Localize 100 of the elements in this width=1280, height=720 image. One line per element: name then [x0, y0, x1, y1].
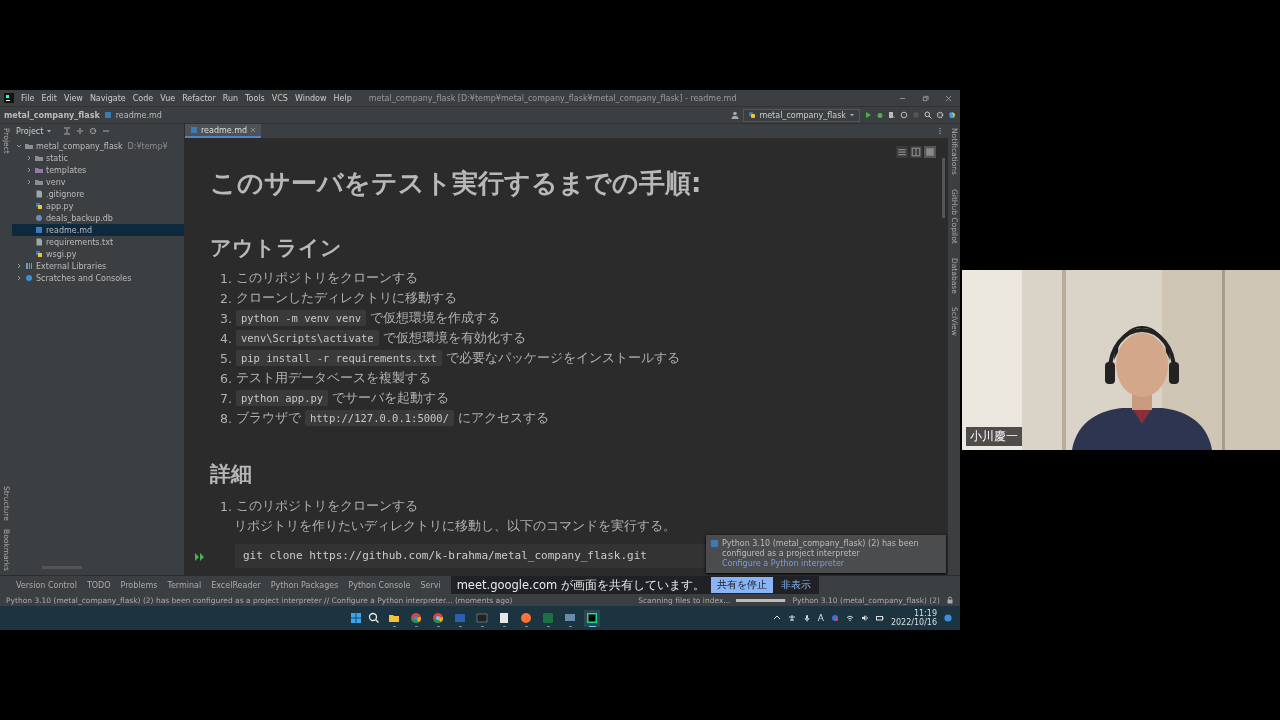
scratches-icon [25, 274, 33, 282]
list-text: クローンしたディレクトリに移動する [235, 289, 457, 307]
menu-item[interactable]: File [21, 93, 35, 103]
share-message: meet.google.com が画面を共有しています。 [456, 577, 705, 593]
editor-tab[interactable]: readme.md [185, 124, 262, 138]
tree-item[interactable]: app.py [12, 200, 184, 212]
tool-window-button[interactable]: Python Packages [270, 580, 339, 590]
user-icon[interactable] [731, 111, 740, 119]
markdown-file-icon [103, 111, 112, 119]
tool-window-button[interactable]: Servi [420, 580, 441, 590]
chevron-up-icon[interactable] [772, 614, 781, 622]
chevron-icon[interactable] [16, 275, 22, 281]
hide-icon[interactable] [102, 127, 111, 135]
list-text: テスト用データベースを複製する [235, 369, 431, 387]
more-icon[interactable] [936, 127, 944, 135]
menu-item[interactable]: Run [222, 93, 239, 103]
input-method-indicator[interactable]: A [817, 613, 824, 623]
restore-icon[interactable] [922, 94, 929, 102]
menu-item[interactable]: Window [294, 93, 327, 103]
expand-all-icon[interactable] [63, 127, 72, 135]
menu-item[interactable]: View [63, 93, 83, 103]
settings-icon[interactable] [936, 111, 944, 119]
stop-sharing-button[interactable]: 共有を停止 [710, 577, 773, 593]
collapse-all-icon[interactable] [76, 127, 85, 135]
search-icon[interactable] [924, 111, 932, 119]
list-number: 1. [220, 498, 232, 514]
app-tray-icon[interactable] [830, 614, 839, 622]
app-icon [498, 611, 510, 624]
list-text: このリポジトリをクローンする [235, 269, 418, 287]
tree-item[interactable]: External Libraries [12, 260, 184, 272]
breadcrumb-item[interactable]: metal_company_flask [4, 110, 100, 120]
tree-item[interactable]: requirements.txt [12, 236, 184, 248]
window-title: metal_company_flask [D:¥temp¥metal_company_flask¥metal_company_flask] - readme.md [368, 93, 737, 103]
menu-item[interactable]: Vue [160, 93, 176, 103]
menu-item[interactable]: Tools [245, 93, 265, 103]
project-view-dropdown[interactable]: Project [16, 126, 53, 136]
preview-only-icon[interactable] [924, 146, 936, 158]
chevron-icon[interactable] [26, 155, 32, 161]
clock-time[interactable]: 11:19 [913, 609, 937, 618]
tool-window-button[interactable]: Python Console [348, 580, 411, 590]
profile-icon[interactable] [900, 111, 908, 119]
menu-item[interactable]: Navigate [89, 93, 126, 103]
tool-window-button[interactable]: TODO [86, 580, 111, 590]
menu-item[interactable]: VCS [271, 93, 288, 103]
run-icon[interactable] [864, 111, 872, 119]
tree-item[interactable]: .gitignore [12, 188, 184, 200]
battery-icon[interactable] [875, 614, 884, 622]
list-text: このリポジトリをクローンする [235, 497, 418, 515]
chevron-icon[interactable] [16, 263, 22, 269]
tree-item[interactable]: deals_backup.db [12, 212, 184, 224]
hide-button[interactable]: 非表示 [778, 578, 813, 592]
lock-icon[interactable] [946, 596, 954, 604]
tool-window-button[interactable]: Problems [120, 580, 158, 590]
clock-date[interactable]: 2022/10/16 [890, 618, 937, 627]
tool-window-button[interactable]: Terminal [167, 580, 202, 590]
app-icon [520, 611, 532, 624]
chevron-icon[interactable] [26, 167, 32, 173]
section-heading: アウトライン [210, 235, 343, 262]
list-number: 4. [220, 330, 232, 346]
menu-item[interactable]: Edit [41, 93, 57, 103]
taskbar-app[interactable] [584, 609, 600, 627]
close-icon[interactable] [250, 127, 257, 133]
document-title: このサーバをテスト実行するまでの手順: [210, 167, 703, 200]
tree-item[interactable]: static [12, 152, 184, 164]
breadcrumb-item[interactable]: readme.md [115, 110, 162, 120]
tree-item[interactable]: Scratches and Consoles [12, 272, 184, 284]
tree-item[interactable]: wsgi.py [12, 248, 184, 260]
chevron-icon[interactable] [16, 143, 22, 149]
chevron-icon[interactable] [26, 179, 32, 185]
file-icon [35, 238, 43, 246]
tool-window-button[interactable]: Version Control [16, 580, 77, 590]
inline-code: venv\Scripts\activate [235, 330, 379, 346]
run-configuration-dropdown[interactable]: metal_company_flask [743, 108, 860, 122]
settings-icon[interactable] [89, 127, 98, 135]
python-icon [748, 111, 757, 119]
menu-item[interactable]: Refactor [182, 93, 216, 103]
tree-item[interactable]: readme.md [12, 224, 184, 236]
network-share-icon[interactable] [787, 614, 796, 622]
menu-item[interactable]: Help [333, 93, 352, 103]
speaker-icon[interactable] [860, 614, 869, 622]
close-icon[interactable] [945, 94, 952, 102]
tree-item[interactable]: venv [12, 176, 184, 188]
split-view-icon[interactable] [910, 146, 922, 158]
tree-item[interactable]: metal_company_flask D:¥temp¥ [12, 140, 184, 152]
caret-icon [849, 112, 855, 118]
tool-window-button[interactable]: ExcelReader [211, 580, 261, 590]
app-icon [586, 611, 598, 624]
editor-only-icon[interactable] [896, 146, 908, 158]
start-icon[interactable] [350, 612, 362, 624]
tree-item[interactable]: templates [12, 164, 184, 176]
search-icon[interactable] [368, 612, 380, 624]
inline-code: python -m venv venv [235, 310, 367, 326]
debug-icon[interactable] [876, 111, 884, 119]
run-icon[interactable] [195, 553, 205, 561]
list-number: 2. [220, 290, 232, 306]
menu-item[interactable]: Code [132, 93, 154, 103]
notification-center-icon[interactable] [944, 614, 952, 622]
list-number: 3. [220, 310, 232, 326]
microphone-icon[interactable] [802, 614, 811, 622]
wifi-icon[interactable] [845, 614, 854, 622]
